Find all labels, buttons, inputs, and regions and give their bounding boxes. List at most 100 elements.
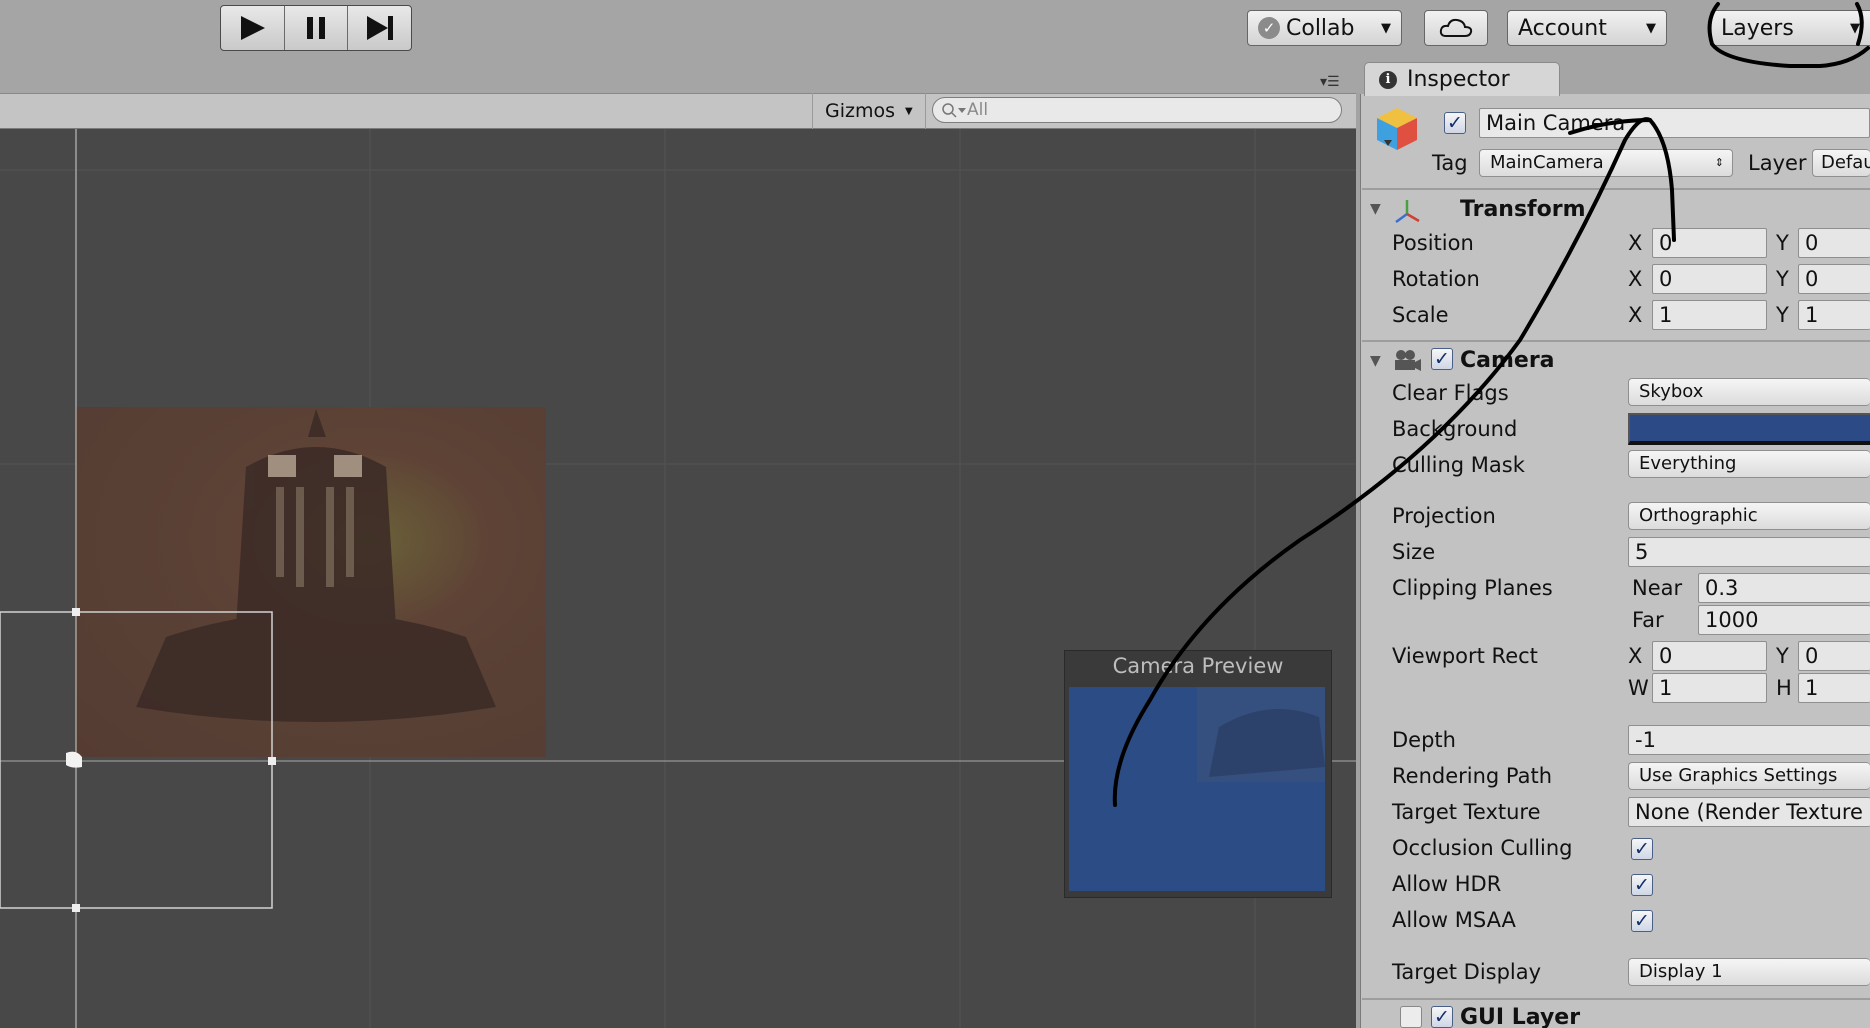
clipping-planes-label: Clipping Planes: [1392, 576, 1553, 600]
near-field[interactable]: 0.3: [1698, 573, 1870, 603]
target-display-label: Target Display: [1392, 960, 1542, 984]
occlusion-culling-label: Occlusion Culling: [1392, 836, 1573, 860]
camera-preview-title: Camera Preview: [1112, 654, 1284, 678]
inspector-tab-label: Inspector: [1407, 67, 1510, 92]
rotation-label: Rotation: [1392, 267, 1480, 291]
foldout-arrow-icon[interactable]: ▼: [1370, 353, 1381, 369]
step-icon: [366, 16, 393, 40]
scale-label: Scale: [1392, 303, 1449, 327]
viewport-h-field[interactable]: 1: [1798, 673, 1870, 703]
transform-axes-icon: [1395, 200, 1420, 224]
viewport-rect-label: Viewport Rect: [1392, 644, 1538, 668]
tag-dropdown[interactable]: MainCamera ⇕: [1479, 149, 1733, 177]
rendering-path-label: Rendering Path: [1392, 764, 1553, 788]
separator: [1362, 340, 1870, 342]
scene-search-input[interactable]: All: [932, 97, 1342, 123]
near-label: Near: [1632, 576, 1683, 600]
viewport-w-label: W: [1628, 676, 1649, 700]
position-x-field[interactable]: 0: [1652, 228, 1767, 258]
collab-dropdown[interactable]: ✓ Collab ▼: [1247, 10, 1402, 46]
cloud-icon: [1439, 18, 1473, 37]
search-icon: [942, 103, 966, 118]
culling-mask-label: Culling Mask: [1392, 453, 1525, 477]
camera-icon: [1395, 350, 1421, 371]
camera-enabled-checkbox[interactable]: ✓: [1431, 348, 1453, 370]
gameobject-cube-icon: [1377, 108, 1417, 150]
tab-inspector[interactable]: i Inspector: [1364, 62, 1560, 96]
occlusion-culling-checkbox[interactable]: ✓: [1631, 838, 1653, 860]
position-x-label: X: [1628, 231, 1643, 255]
viewport-w-field[interactable]: 1: [1652, 673, 1767, 703]
caret-down-icon: ▼: [1646, 20, 1656, 36]
cloud-button[interactable]: [1424, 10, 1488, 46]
rotation-x-field[interactable]: 0: [1652, 264, 1767, 294]
rendering-path-dropdown[interactable]: Use Graphics Settings: [1628, 762, 1870, 790]
scale-x-label: X: [1628, 303, 1643, 327]
layer-dropdown[interactable]: Defau: [1812, 149, 1870, 177]
scale-y-field[interactable]: 1: [1798, 300, 1870, 330]
viewport-x-field[interactable]: 0: [1652, 641, 1767, 671]
position-y-field[interactable]: 0: [1798, 228, 1870, 258]
separator: [1362, 188, 1870, 190]
gameobject-active-checkbox[interactable]: ✓: [1444, 112, 1466, 134]
separator: [1362, 998, 1870, 1000]
camera-preview-panel: Camera Preview: [1064, 650, 1332, 898]
gizmos-label: Gizmos: [825, 100, 896, 122]
projection-label: Projection: [1392, 504, 1496, 528]
far-label: Far: [1632, 608, 1664, 632]
size-field[interactable]: 5: [1628, 537, 1870, 567]
clear-flags-label: Clear Flags: [1392, 381, 1509, 405]
depth-label: Depth: [1392, 728, 1456, 752]
viewport-y-field[interactable]: 0: [1798, 641, 1870, 671]
allow-hdr-checkbox[interactable]: ✓: [1631, 874, 1653, 896]
scale-x-field[interactable]: 1: [1652, 300, 1767, 330]
account-label: Account: [1518, 15, 1607, 41]
tag-value: MainCamera: [1490, 152, 1604, 173]
clear-flags-dropdown[interactable]: Skybox: [1628, 378, 1870, 406]
gui-layer-title: GUI Layer: [1460, 1005, 1581, 1028]
caret-down-icon: ▼: [905, 105, 913, 117]
transform-title: Transform: [1460, 197, 1586, 222]
gameobject-name-field[interactable]: Main Camera: [1479, 108, 1870, 138]
step-button[interactable]: [348, 6, 411, 50]
gizmos-dropdown[interactable]: Gizmos ▼: [812, 93, 926, 129]
culling-mask-dropdown[interactable]: Everything: [1628, 450, 1870, 478]
preview-sprite: [1197, 687, 1325, 782]
scale-y-label: Y: [1776, 303, 1789, 327]
tag-label: Tag: [1432, 151, 1468, 175]
caret-down-icon: ▼: [1381, 20, 1391, 36]
search-placeholder: All: [967, 100, 989, 120]
background-label: Background: [1392, 417, 1518, 441]
viewport-x-label: X: [1628, 644, 1643, 668]
far-field[interactable]: 1000: [1698, 605, 1870, 635]
viewport-h-label: H: [1776, 676, 1792, 700]
allow-msaa-checkbox[interactable]: ✓: [1631, 910, 1653, 932]
layer-label: Layer: [1748, 151, 1807, 175]
pause-button[interactable]: [285, 6, 349, 50]
position-label: Position: [1392, 231, 1474, 255]
viewport-y-label: Y: [1776, 644, 1789, 668]
projection-dropdown[interactable]: Orthographic: [1628, 502, 1870, 530]
gui-layer-icon: [1400, 1006, 1422, 1028]
rotation-y-field[interactable]: 0: [1798, 264, 1870, 294]
account-dropdown[interactable]: Account ▼: [1507, 10, 1667, 46]
target-texture-field[interactable]: None (Render Texture: [1628, 797, 1870, 827]
allow-hdr-label: Allow HDR: [1392, 872, 1502, 896]
play-icon: [241, 16, 266, 40]
layers-label: Layers: [1721, 15, 1794, 41]
target-display-dropdown[interactable]: Display 1: [1628, 958, 1870, 986]
gui-layer-enabled-checkbox[interactable]: ✓: [1431, 1006, 1453, 1028]
info-icon: i: [1379, 70, 1397, 89]
background-color-field[interactable]: [1628, 413, 1870, 445]
collab-label: Collab: [1286, 15, 1355, 41]
foldout-arrow-icon[interactable]: ▼: [1370, 201, 1381, 217]
pane-options-icon[interactable]: ▾☰: [1320, 74, 1340, 90]
playback-controls: [220, 5, 412, 51]
rotation-x-label: X: [1628, 267, 1643, 291]
up-down-arrows-icon: ⇕: [1714, 156, 1724, 169]
depth-field[interactable]: -1: [1628, 725, 1870, 755]
allow-msaa-label: Allow MSAA: [1392, 908, 1516, 932]
play-button[interactable]: [221, 6, 285, 50]
layers-dropdown[interactable]: Layers ▼: [1710, 10, 1870, 46]
check-circle-icon: ✓: [1258, 17, 1280, 39]
